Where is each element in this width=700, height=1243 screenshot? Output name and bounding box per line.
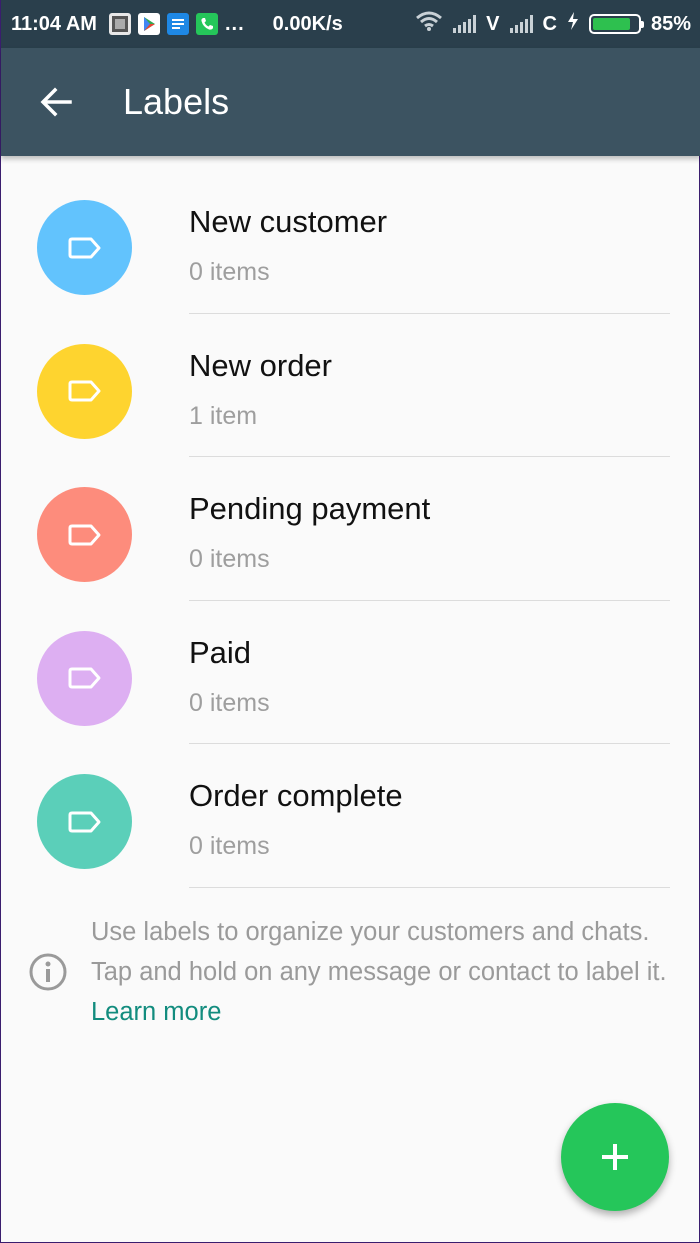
label-count: 0 items bbox=[189, 832, 270, 860]
info-icon bbox=[28, 952, 68, 997]
label-text: Order complete 0 items bbox=[189, 778, 403, 861]
phone-icon bbox=[195, 13, 218, 35]
label-name: Pending payment bbox=[189, 491, 431, 526]
label-row-2[interactable]: New order 1 item bbox=[1, 314, 700, 457]
charging-icon bbox=[567, 11, 579, 37]
label-text: Pending payment 0 items bbox=[189, 491, 430, 574]
label-name: Paid bbox=[189, 634, 252, 670]
label-text: Paid 0 items bbox=[189, 635, 270, 718]
divider bbox=[189, 886, 670, 888]
label-text: New customer 0 items bbox=[189, 204, 387, 287]
label-tag-icon bbox=[68, 237, 100, 258]
label-avatar bbox=[37, 343, 132, 439]
info-text: Use labels to organize your customers an… bbox=[91, 912, 671, 1032]
back-button[interactable] bbox=[21, 67, 91, 137]
label-avatar bbox=[37, 200, 132, 295]
label-row-5[interactable]: Order complete 0 items bbox=[1, 744, 700, 888]
battery-level-fill bbox=[592, 18, 631, 30]
label-count: 0 items bbox=[189, 545, 270, 573]
gallery-icon bbox=[108, 13, 131, 35]
signal-icon bbox=[509, 15, 533, 33]
label-count: 1 item bbox=[189, 401, 258, 430]
carrier-label-2: C bbox=[542, 12, 557, 35]
learn-more-link[interactable]: Learn more bbox=[91, 998, 221, 1026]
label-tag-icon bbox=[68, 524, 100, 545]
app-bar: Labels bbox=[1, 48, 700, 156]
arrow-left-icon bbox=[40, 87, 72, 117]
status-bar: 11:04 AM ... 0.00K/s V C 85% bbox=[1, 0, 700, 48]
battery-percent: 85% bbox=[650, 12, 691, 35]
label-tag-icon bbox=[68, 380, 100, 402]
add-label-button[interactable] bbox=[561, 1103, 669, 1211]
label-row-3[interactable]: Pending payment 0 items bbox=[1, 457, 700, 601]
signal-icon bbox=[453, 15, 477, 33]
plus-icon bbox=[602, 1144, 628, 1170]
label-name: New customer bbox=[189, 204, 388, 239]
label-name: Order complete bbox=[189, 778, 403, 813]
label-row-1[interactable]: New customer 0 items bbox=[1, 170, 700, 314]
label-tag-icon bbox=[68, 667, 100, 689]
wifi-icon bbox=[415, 11, 443, 37]
docs-icon bbox=[166, 13, 189, 35]
play-store-icon bbox=[137, 13, 160, 35]
label-avatar bbox=[37, 487, 132, 582]
labels-list: New customer 0 items New order 1 item Pe… bbox=[1, 170, 700, 888]
page-title: Labels bbox=[123, 81, 230, 122]
label-count: 0 items bbox=[189, 688, 270, 717]
status-right-group: V C 85% bbox=[415, 11, 691, 37]
label-name: New order bbox=[189, 347, 332, 383]
label-avatar bbox=[37, 774, 132, 869]
status-time: 11:04 AM bbox=[11, 12, 97, 35]
status-overflow-dots: ... bbox=[224, 12, 245, 35]
network-speed: 0.00K/s bbox=[272, 12, 343, 35]
label-avatar bbox=[37, 630, 132, 726]
battery-icon bbox=[588, 14, 644, 34]
info-description: Use labels to organize your customers an… bbox=[91, 918, 667, 986]
label-count: 0 items bbox=[189, 258, 270, 286]
carrier-label-1: V bbox=[486, 12, 500, 35]
label-row-4[interactable]: Paid 0 items bbox=[1, 601, 700, 744]
label-text: New order 1 item bbox=[189, 348, 332, 431]
label-tag-icon bbox=[68, 811, 100, 832]
